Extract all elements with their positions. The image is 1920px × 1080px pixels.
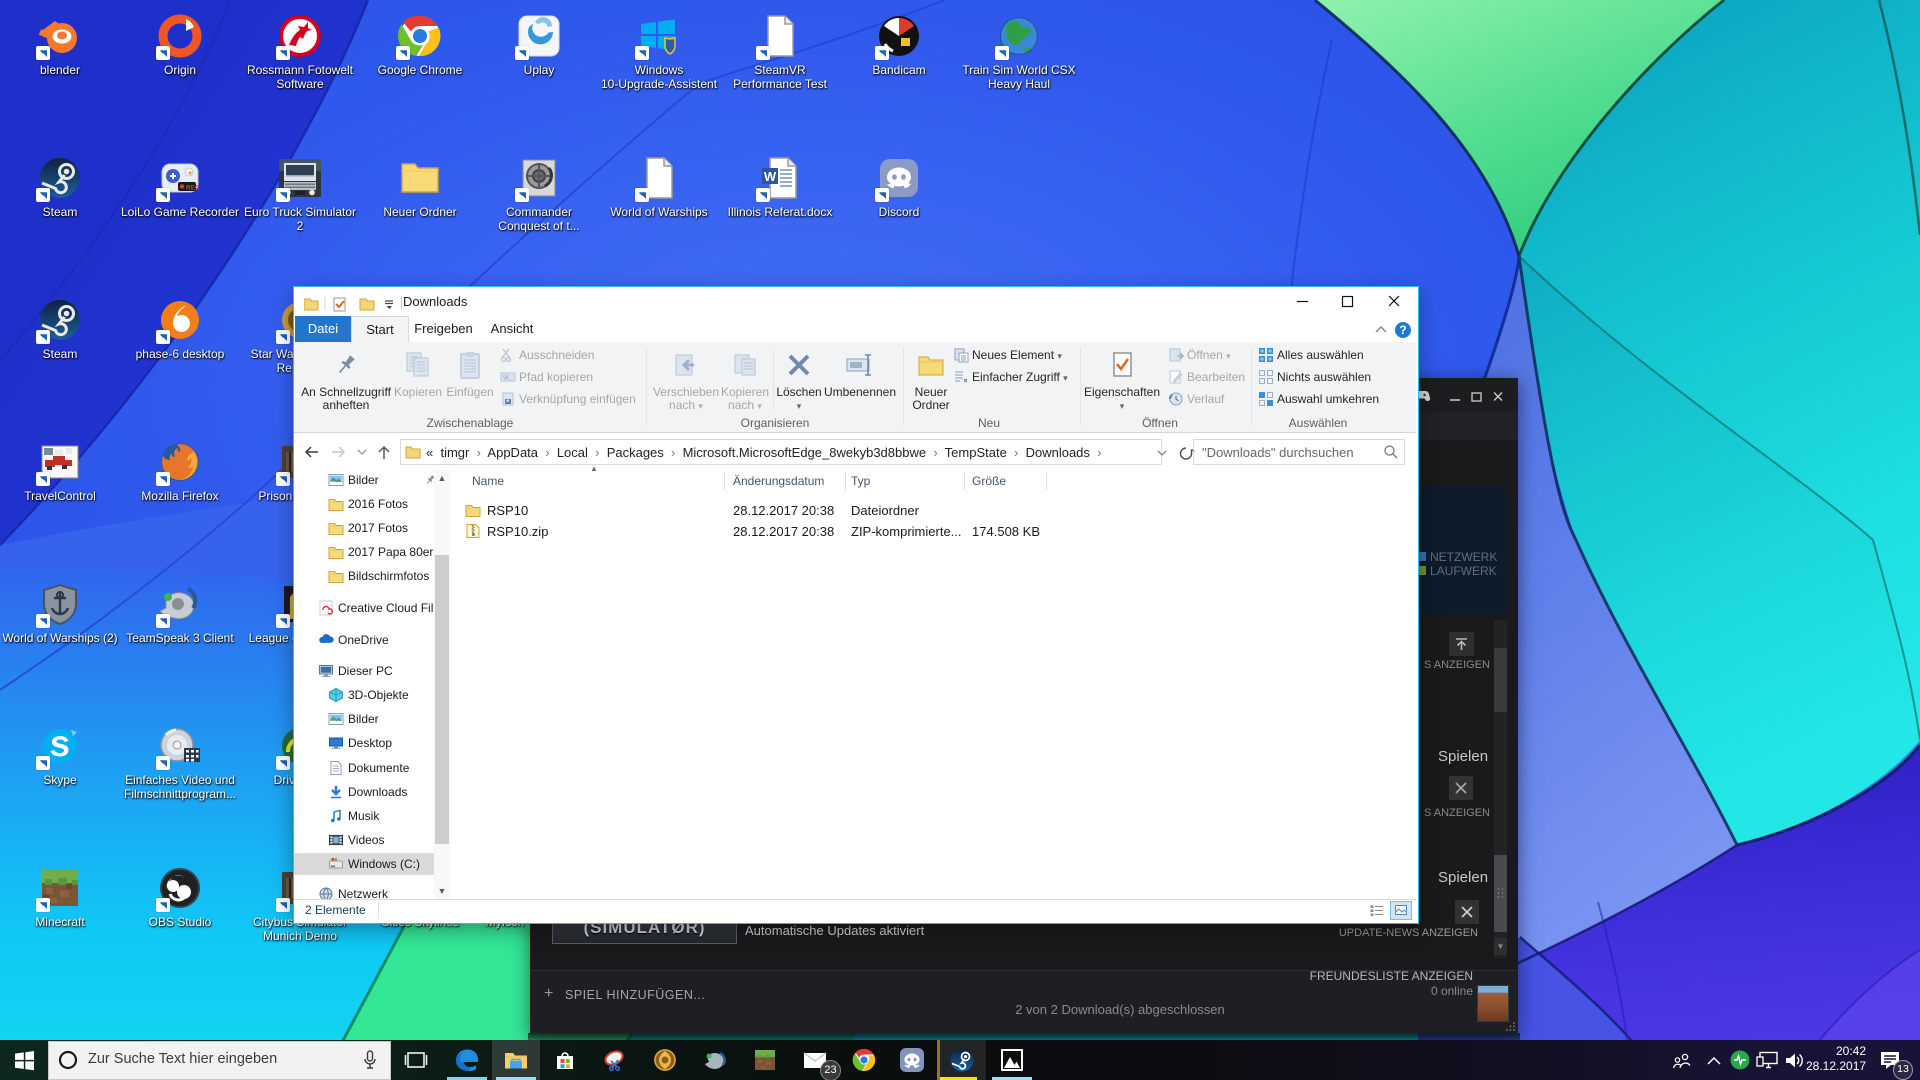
svg-text:REC: REC (186, 185, 200, 192)
svg-text:W...: W... (503, 376, 514, 382)
svg-text:W: W (764, 169, 777, 184)
svg-text:?: ? (1399, 323, 1406, 337)
